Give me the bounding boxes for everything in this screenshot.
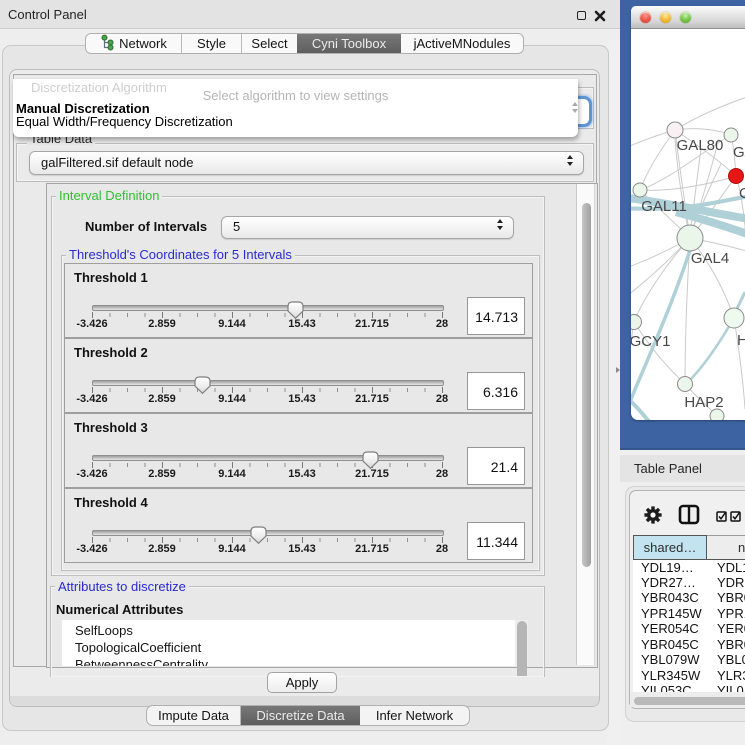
svg-text:GA: GA [733,144,745,161]
svg-text:HI: HI [737,332,745,349]
svg-text:HAP2: HAP2 [684,394,723,411]
svg-text:GAL80: GAL80 [677,137,724,154]
svg-text:GAL4: GAL4 [691,250,729,267]
svg-text:C: C [739,185,745,202]
svg-text:GAL11: GAL11 [641,198,687,215]
svg-text:GCY1: GCY1 [631,333,670,350]
